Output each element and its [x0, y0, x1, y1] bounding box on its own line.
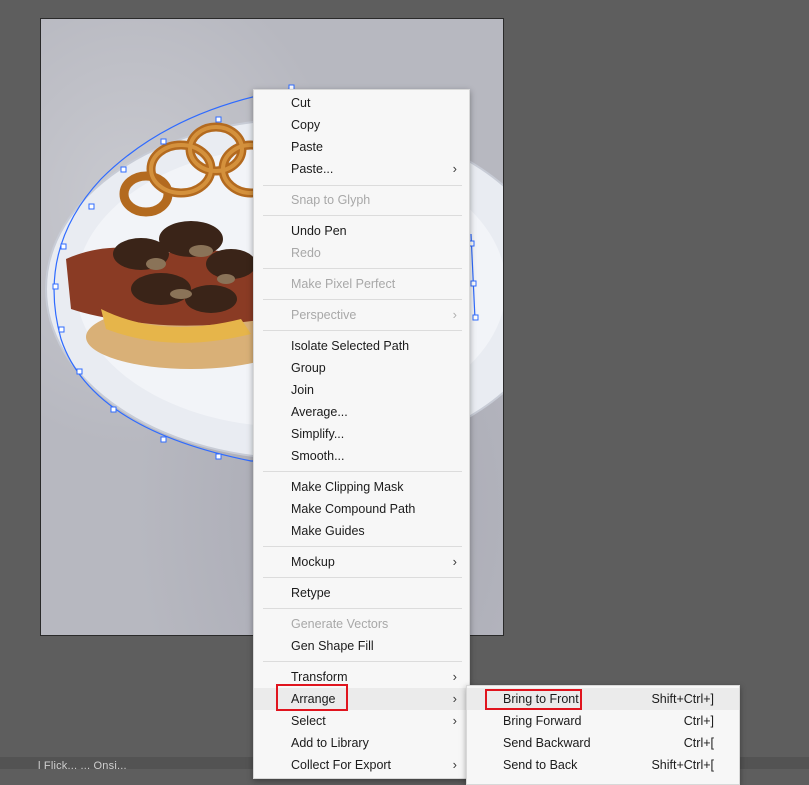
- submenu-item-label: Bring Forward: [503, 714, 582, 728]
- context-menu[interactable]: Cut Copy Paste Paste... › Snap to Glyph U…: [253, 89, 470, 779]
- menu-separator: [263, 661, 462, 662]
- menu-item-cut[interactable]: Cut: [254, 92, 469, 114]
- menu-separator: [263, 330, 462, 331]
- menu-item-snap-to-glyph: Snap to Glyph: [254, 189, 469, 211]
- submenu-item-bring-forward[interactable]: Bring Forward Ctrl+]: [467, 710, 739, 732]
- menu-item-join[interactable]: Join: [254, 379, 469, 401]
- menu-item-label: Generate Vectors: [291, 617, 389, 631]
- menu-item-simplify[interactable]: Simplify...: [254, 423, 469, 445]
- menu-separator: [263, 577, 462, 578]
- menu-item-gen-shape-fill[interactable]: Gen Shape Fill: [254, 635, 469, 657]
- shortcut-label: Ctrl+]: [683, 714, 714, 728]
- menu-item-label: Paste...: [291, 162, 334, 176]
- menu-separator: [263, 608, 462, 609]
- shortcut-label: Shift+Ctrl+[: [651, 758, 714, 772]
- menu-item-retype[interactable]: Retype: [254, 582, 469, 604]
- menu-item-paste-special[interactable]: Paste... ›: [254, 158, 469, 180]
- menu-item-make-clipping-mask[interactable]: Make Clipping Mask: [254, 476, 469, 498]
- menu-item-label: Simplify...: [291, 427, 345, 441]
- shortcut-label: Shift+Ctrl+]: [651, 692, 714, 706]
- chevron-right-icon: ›: [452, 691, 457, 706]
- menu-item-collect-for-export[interactable]: Collect For Export ›: [254, 754, 469, 776]
- menu-item-group[interactable]: Group: [254, 357, 469, 379]
- menu-item-generate-vectors: Generate Vectors: [254, 613, 469, 635]
- menu-item-label: Gen Shape Fill: [291, 639, 374, 653]
- menu-item-label: Redo: [291, 246, 321, 260]
- menu-item-isolate-selected-path[interactable]: Isolate Selected Path: [254, 335, 469, 357]
- menu-item-redo: Redo: [254, 242, 469, 264]
- menu-item-label: Retype: [291, 586, 331, 600]
- menu-item-label: Snap to Glyph: [291, 193, 371, 207]
- menu-separator: [263, 215, 462, 216]
- submenu-item-label: Send to Back: [503, 758, 578, 772]
- menu-item-label: Perspective: [291, 308, 357, 322]
- menu-item-label: Group: [291, 361, 326, 375]
- chevron-right-icon: ›: [452, 713, 457, 728]
- menu-item-label: Add to Library: [291, 736, 369, 750]
- menu-item-make-compound-path[interactable]: Make Compound Path: [254, 498, 469, 520]
- menu-item-label: Average...: [291, 405, 348, 419]
- menu-item-smooth[interactable]: Smooth...: [254, 445, 469, 467]
- menu-item-undo-pen[interactable]: Undo Pen: [254, 220, 469, 242]
- menu-item-label: Join: [291, 383, 314, 397]
- chevron-right-icon: ›: [452, 307, 457, 322]
- submenu-item-send-backward[interactable]: Send Backward Ctrl+[: [467, 732, 739, 754]
- menu-item-make-guides[interactable]: Make Guides: [254, 520, 469, 542]
- menu-item-paste[interactable]: Paste: [254, 136, 469, 158]
- menu-separator: [263, 268, 462, 269]
- menu-item-label: Make Clipping Mask: [291, 480, 404, 494]
- status-text: l Flick... ... Onsi...: [38, 760, 127, 772]
- menu-item-select[interactable]: Select ›: [254, 710, 469, 732]
- menu-item-copy[interactable]: Copy: [254, 114, 469, 136]
- menu-item-label: Make Pixel Perfect: [291, 277, 396, 291]
- menu-item-perspective: Perspective ›: [254, 304, 469, 326]
- arrange-submenu[interactable]: Bring to Front Shift+Ctrl+] Bring Forwar…: [466, 685, 740, 785]
- menu-item-label: Make Guides: [291, 524, 365, 538]
- submenu-item-label: Bring to Front: [503, 692, 579, 706]
- menu-item-label: Paste: [291, 140, 323, 154]
- submenu-item-label: Send Backward: [503, 736, 591, 750]
- chevron-right-icon: ›: [452, 757, 457, 772]
- submenu-item-bring-to-front[interactable]: Bring to Front Shift+Ctrl+]: [467, 688, 739, 710]
- menu-item-transform[interactable]: Transform ›: [254, 666, 469, 688]
- menu-item-label: Cut: [291, 96, 311, 110]
- menu-item-arrange[interactable]: Arrange ›: [254, 688, 469, 710]
- menu-item-label: Arrange: [291, 692, 336, 706]
- menu-item-label: Collect For Export: [291, 758, 392, 772]
- menu-separator: [263, 546, 462, 547]
- chevron-right-icon: ›: [452, 554, 457, 569]
- menu-item-make-pixel-perfect: Make Pixel Perfect: [254, 273, 469, 295]
- menu-item-label: Undo Pen: [291, 224, 347, 238]
- menu-item-label: Smooth...: [291, 449, 345, 463]
- menu-item-label: Select: [291, 714, 326, 728]
- chevron-right-icon: ›: [452, 669, 457, 684]
- shortcut-label: Ctrl+[: [683, 736, 714, 750]
- menu-item-label: Copy: [291, 118, 321, 132]
- submenu-item-send-to-back[interactable]: Send to Back Shift+Ctrl+[: [467, 754, 739, 776]
- menu-item-label: Isolate Selected Path: [291, 339, 410, 353]
- menu-separator: [263, 185, 462, 186]
- menu-item-label: Mockup: [291, 555, 335, 569]
- menu-item-add-to-library[interactable]: Add to Library: [254, 732, 469, 754]
- menu-item-average[interactable]: Average...: [254, 401, 469, 423]
- menu-item-label: Make Compound Path: [291, 502, 416, 516]
- menu-item-label: Transform: [291, 670, 348, 684]
- menu-separator: [263, 471, 462, 472]
- menu-separator: [263, 299, 462, 300]
- menu-item-mockup[interactable]: Mockup ›: [254, 551, 469, 573]
- chevron-right-icon: ›: [452, 161, 457, 176]
